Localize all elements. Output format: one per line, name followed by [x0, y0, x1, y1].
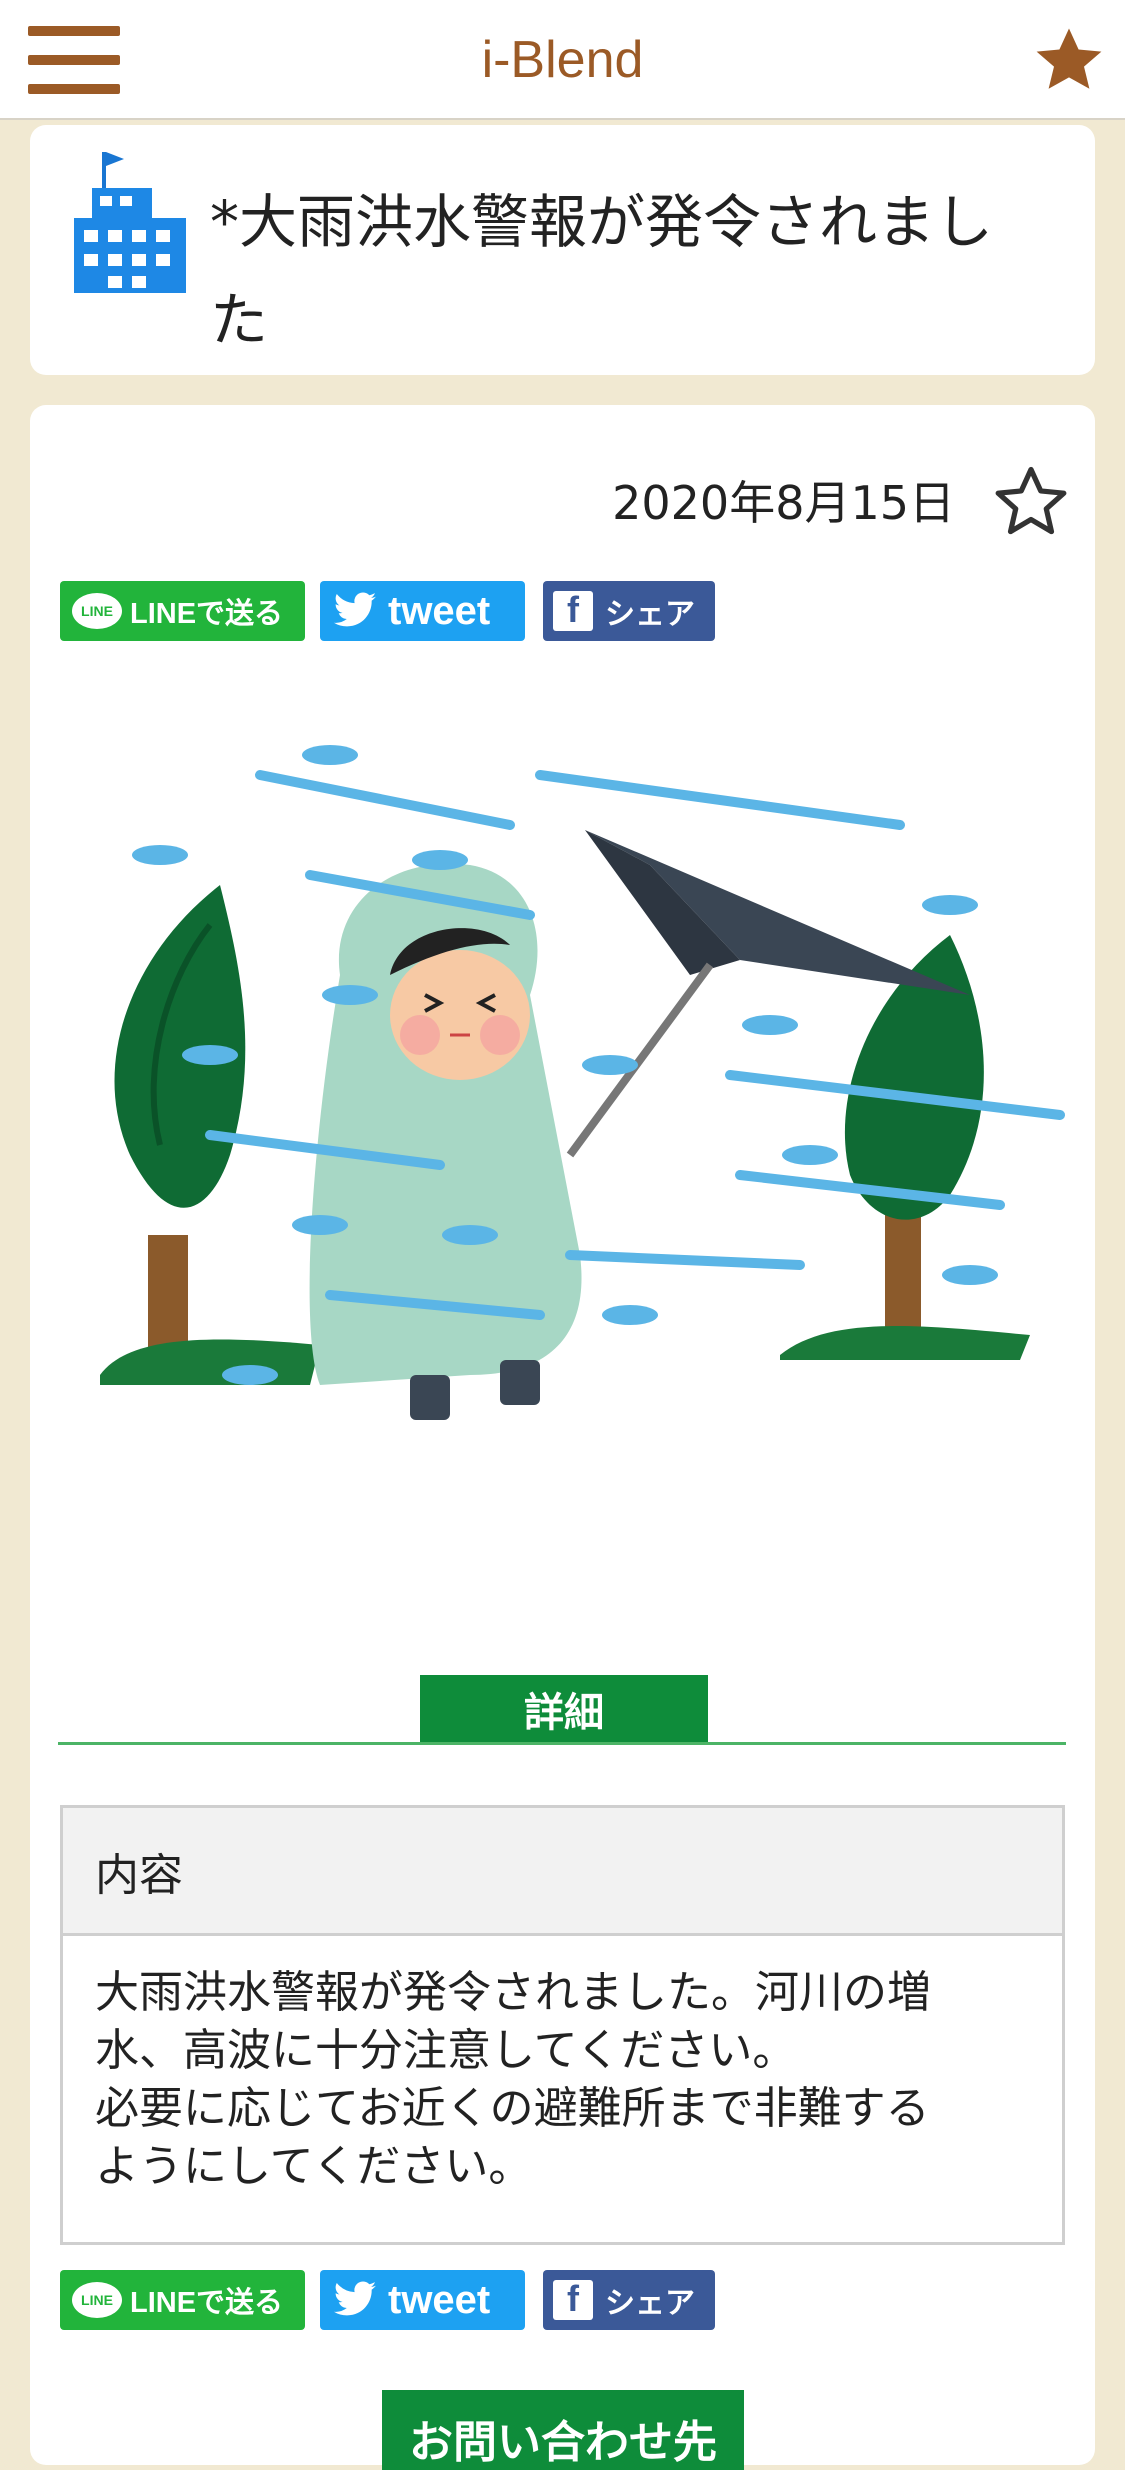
- facebook-share-button[interactable]: f シェア: [543, 2270, 715, 2330]
- content-body: 大雨洪水警報が発令されました。河川の増 水、高波に十分注意してください。 必要に…: [63, 1936, 1062, 2196]
- app-header: i-Blend: [0, 0, 1125, 120]
- star-outline-icon[interactable]: [992, 463, 1070, 541]
- twitter-icon: [333, 2281, 377, 2316]
- content-header: 内容: [63, 1808, 1062, 1936]
- share-buttons-top: LINE LINEで送る tweet f シェア: [60, 581, 720, 643]
- line-icon: LINE: [72, 2282, 122, 2318]
- contact-button[interactable]: お問い合わせ先: [382, 2390, 744, 2470]
- article-title-card: *大雨洪水警報が発令されました: [30, 125, 1095, 375]
- tweet-label: tweet: [388, 2277, 491, 2322]
- facebook-share-label: シェア: [605, 598, 695, 631]
- line-share-label: LINEで送る: [130, 598, 284, 630]
- line-icon: LINE: [72, 593, 122, 629]
- facebook-share-button[interactable]: f シェア: [543, 581, 715, 641]
- share-buttons-bottom: LINE LINEで送る tweet f シェア: [60, 2270, 720, 2332]
- line-share-label: LINEで送る: [130, 2287, 284, 2319]
- storm-illustration: [100, 745, 1065, 1420]
- article-body-card: 2020年8月15日 LINE LINEで送る tweet f シェア 詳細 内…: [30, 405, 1095, 2470]
- tab-underline: [58, 1742, 1066, 1745]
- facebook-icon: f: [553, 2278, 593, 2320]
- article-title: *大雨洪水警報が発令されました: [210, 188, 994, 354]
- tab-detail[interactable]: 詳細: [420, 1675, 708, 1743]
- star-icon[interactable]: [1033, 24, 1105, 96]
- tweet-button[interactable]: tweet: [320, 581, 525, 641]
- tweet-button[interactable]: tweet: [320, 2270, 525, 2330]
- line-share-button[interactable]: LINE LINEで送る: [60, 2270, 305, 2330]
- tweet-label: tweet: [388, 588, 491, 633]
- content-line: 必要に応じてお近くの避難所まで非難する: [95, 2083, 930, 2134]
- content-line: 大雨洪水警報が発令されました。河川の増: [95, 1967, 931, 2018]
- content-line: ようにしてください。: [95, 2141, 533, 2192]
- line-share-button[interactable]: LINE LINEで送る: [60, 581, 305, 641]
- content-table: 内容 大雨洪水警報が発令されました。河川の増 水、高波に十分注意してください。 …: [60, 1805, 1065, 2245]
- twitter-icon: [333, 592, 377, 627]
- facebook-icon: f: [553, 589, 593, 631]
- article-date: 2020年8月15日: [612, 476, 955, 530]
- facebook-share-label: シェア: [605, 2287, 695, 2320]
- app-title: i-Blend: [481, 31, 644, 89]
- building-icon: [74, 152, 186, 293]
- content-line: 水、高波に十分注意してください。: [95, 2025, 797, 2076]
